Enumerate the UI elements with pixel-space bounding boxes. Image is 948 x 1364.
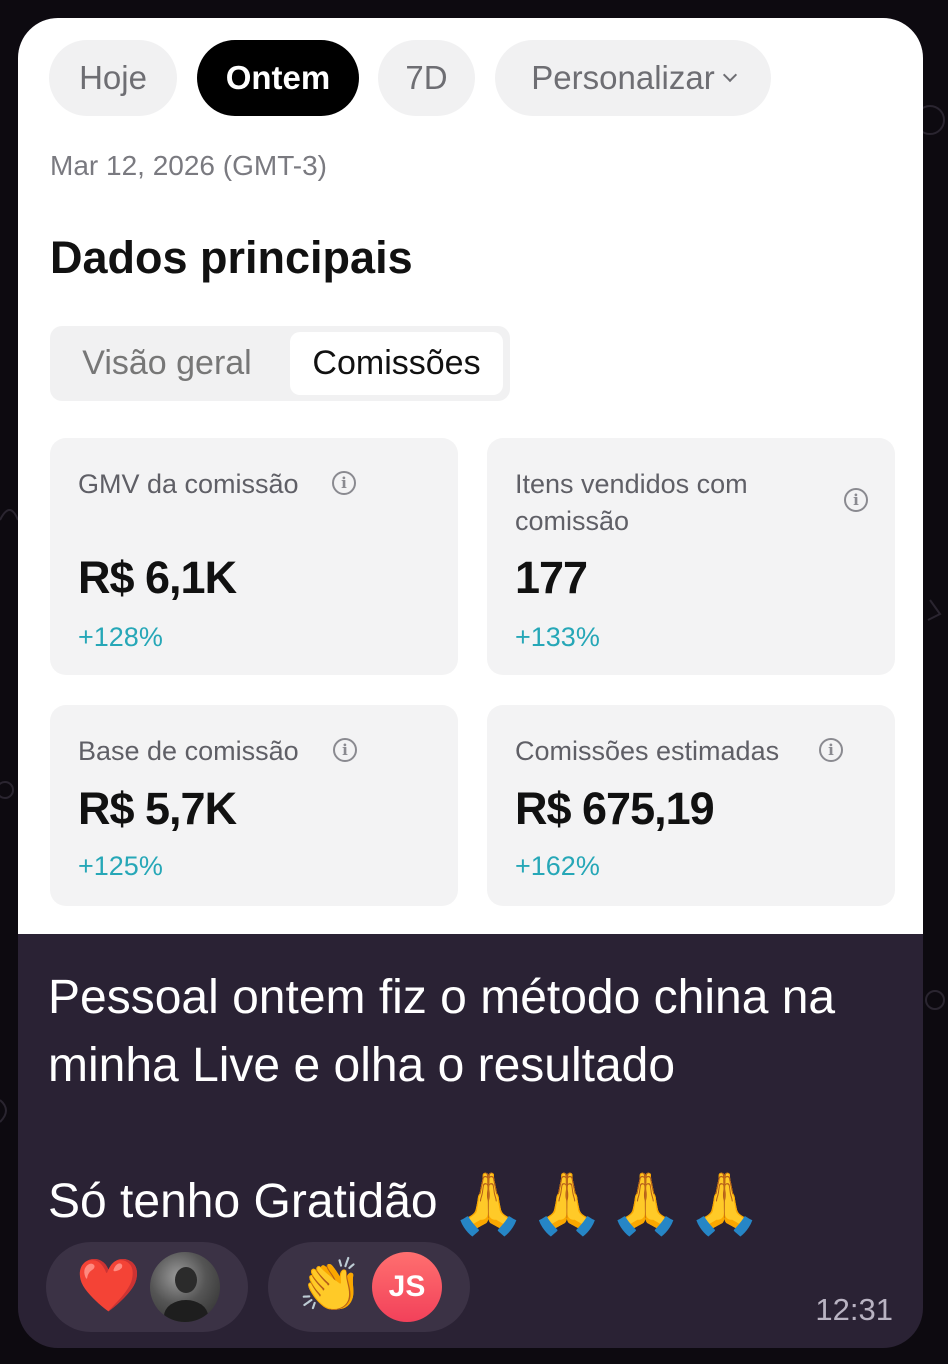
tab-overview[interactable]: Visão geral: [56, 332, 278, 395]
metric-change: +133%: [515, 622, 600, 652]
filter-yesterday-chip[interactable]: Ontem: [197, 40, 359, 116]
metric-card-gmv[interactable]: GMV da comissão i R$ 6,1K +128%: [50, 438, 458, 675]
message-blank-line: [48, 1100, 908, 1168]
filter-today-chip[interactable]: Hoje: [49, 40, 177, 116]
metric-card-items-sold[interactable]: Itens vendidos com comissão i 177 +133%: [487, 438, 895, 675]
message-timestamp: 12:31: [815, 1292, 893, 1327]
info-icon[interactable]: i: [844, 488, 868, 512]
section-title: Dados principais: [50, 232, 413, 283]
metric-card-estimated-commissions[interactable]: Comissões estimadas i R$ 675,19 +162%: [487, 705, 895, 906]
heart-icon: ❤️: [76, 1257, 141, 1315]
filter-7d-chip[interactable]: 7D: [378, 40, 475, 116]
metric-change: +125%: [78, 851, 163, 881]
info-icon[interactable]: i: [819, 738, 843, 762]
praying-hands-icon: 🙏🙏🙏🙏: [450, 1170, 766, 1238]
info-icon[interactable]: i: [332, 471, 356, 495]
filter-yesterday-label: Ontem: [225, 59, 331, 96]
info-icon[interactable]: i: [333, 738, 357, 762]
metric-value: R$ 675,19: [515, 783, 715, 834]
filter-7d-label: 7D: [405, 59, 448, 96]
metric-label: Comissões estimadas: [515, 736, 780, 766]
metric-label: GMV da comissão: [78, 469, 299, 499]
filter-custom-label: Personalizar: [531, 59, 715, 96]
metric-value: R$ 5,7K: [78, 783, 237, 834]
tab-commissions-label: Comissões: [312, 344, 481, 382]
avatar: JS: [372, 1252, 442, 1322]
metric-card-commission-base[interactable]: Base de comissão i R$ 5,7K +125%: [50, 705, 458, 906]
metric-label: Base de comissão: [78, 736, 299, 766]
metric-value: R$ 6,1K: [78, 552, 237, 603]
message-line-3-text: Só tenho Gratidão: [48, 1175, 438, 1228]
metric-change: +162%: [515, 851, 600, 881]
reaction-clap[interactable]: 👏 JS: [268, 1242, 470, 1332]
avatar-initials: JS: [388, 1270, 426, 1303]
reaction-heart[interactable]: ❤️: [46, 1242, 248, 1332]
metric-label: Itens vendidos com comissão: [515, 469, 748, 536]
chevron-down-icon: [722, 67, 737, 83]
message-line-1: Pessoal ontem fiz o método china na: [48, 971, 836, 1024]
date-label: Mar 12, 2026 (GMT-3): [50, 150, 327, 181]
clapping-hands-icon: 👏: [298, 1257, 363, 1315]
person-photo-icon: [164, 1267, 208, 1322]
metric-value: 177: [515, 552, 588, 603]
tab-commissions[interactable]: Comissões: [290, 332, 503, 395]
segmented-tabs: Visão geral Comissões: [50, 326, 510, 401]
tab-overview-label: Visão geral: [82, 344, 252, 382]
avatar: [150, 1252, 220, 1322]
message-line-3: Só tenho Gratidão 🙏🙏🙏🙏: [48, 1168, 908, 1236]
message-text: Pessoal ontem fiz o método china na minh…: [48, 964, 908, 1236]
analytics-screenshot: Hoje Ontem 7D Personalizar Mar 12, 2026 …: [18, 18, 923, 934]
metric-change: +128%: [78, 622, 163, 652]
filter-custom-chip[interactable]: Personalizar: [495, 40, 771, 116]
chat-message-bubble[interactable]: Hoje Ontem 7D Personalizar Mar 12, 2026 …: [18, 18, 923, 1348]
message-line-2: minha Live e olha o resultado: [48, 1039, 676, 1092]
filter-today-label: Hoje: [79, 59, 147, 96]
